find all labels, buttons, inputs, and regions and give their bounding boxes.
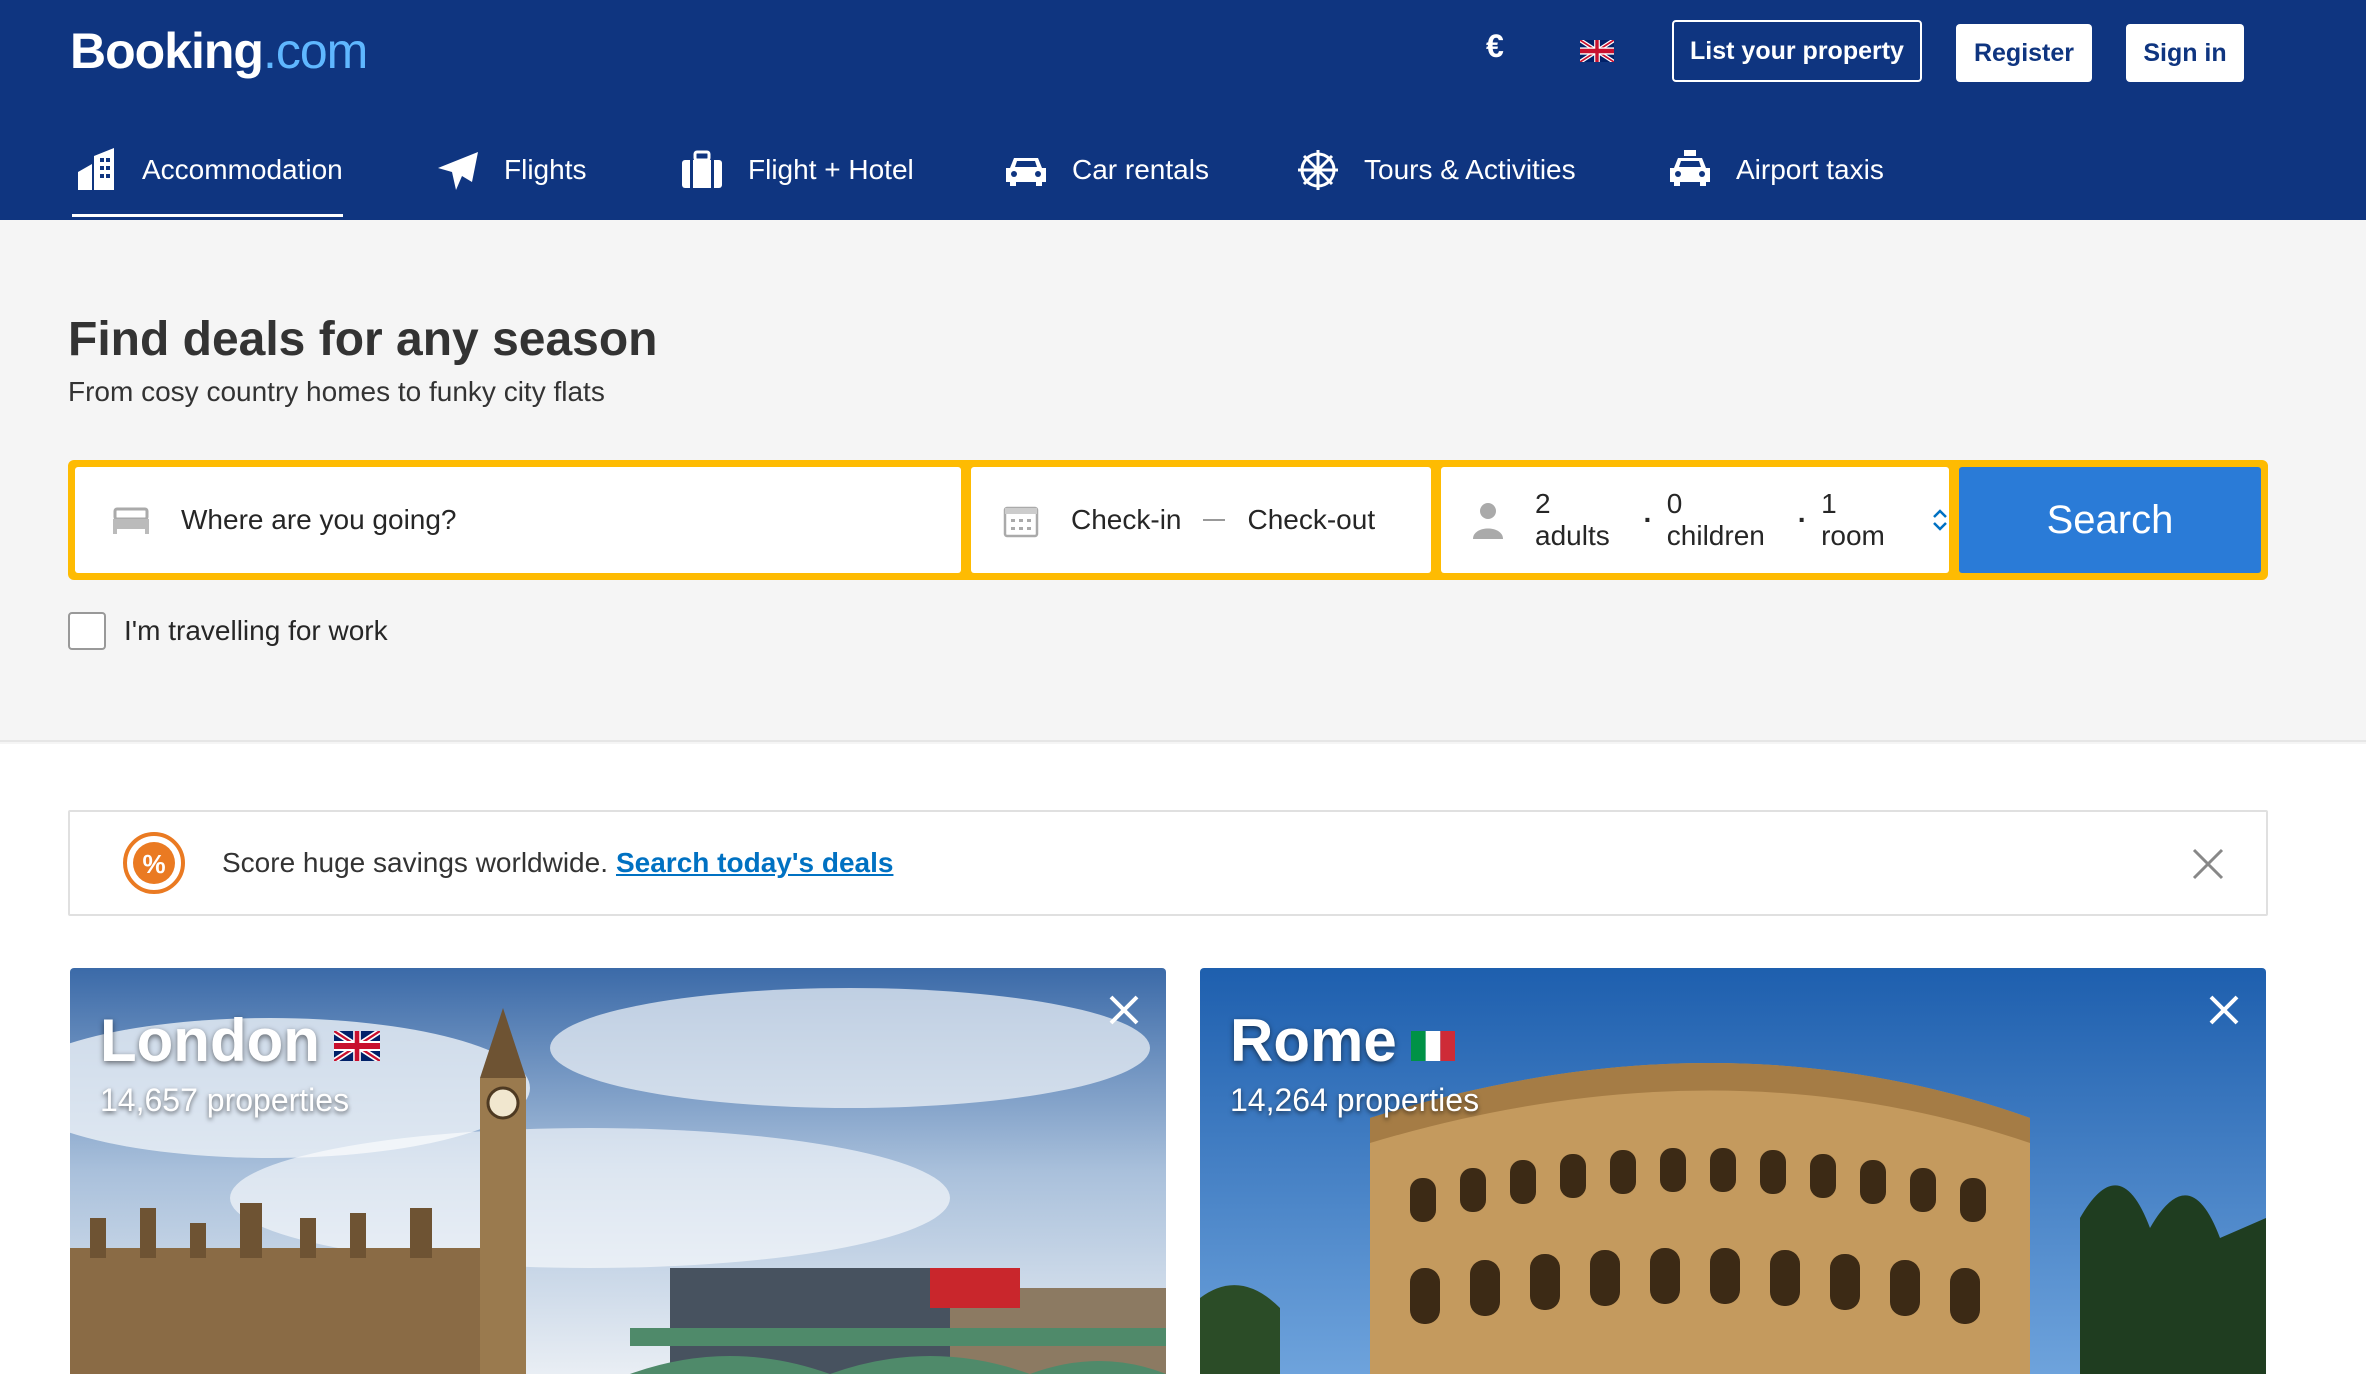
tab-flights[interactable]: Flights bbox=[434, 120, 586, 220]
plane-icon bbox=[434, 146, 482, 194]
tab-label: Flight + Hotel bbox=[748, 154, 914, 185]
product-tabs: Accommodation Flights Flight + Hotel Car… bbox=[0, 120, 2366, 220]
hero-subtitle: From cosy country homes to funky city fl… bbox=[68, 376, 605, 407]
work-travel-option[interactable]: I'm travelling for work bbox=[68, 612, 388, 650]
search-bar: Where are you going? Check-in Check-out … bbox=[68, 460, 2268, 580]
guests-separator: · bbox=[1797, 504, 1808, 535]
register-button[interactable]: Register bbox=[1956, 24, 2092, 82]
destination-card-rome[interactable]: Rome 14,264 properties bbox=[1200, 968, 2266, 1374]
guests-field[interactable]: 2 adults · 0 children · 1 room bbox=[1441, 467, 1949, 573]
tab-accommodation[interactable]: Accommodation bbox=[72, 120, 343, 220]
tab-tours-activities[interactable]: Tours & Activities bbox=[1294, 120, 1576, 220]
property-count: 14,657 properties bbox=[100, 1082, 350, 1118]
city-name: London bbox=[100, 1007, 320, 1074]
work-travel-label: I'm travelling for work bbox=[124, 615, 388, 646]
top-header: Booking.com € List your property Registe… bbox=[0, 0, 2366, 220]
hero-section: Find deals for any season From cosy coun… bbox=[0, 220, 2366, 742]
dates-field[interactable]: Check-in Check-out bbox=[971, 467, 1431, 573]
sign-in-button[interactable]: Sign in bbox=[2126, 24, 2244, 82]
taxi-icon bbox=[1666, 146, 1714, 194]
destination-placeholder: Where are you going? bbox=[181, 504, 457, 535]
car-icon bbox=[1002, 146, 1050, 194]
deals-banner: % Score huge savings worldwide. Search t… bbox=[68, 810, 2268, 916]
bed-icon bbox=[111, 505, 151, 535]
close-icon[interactable] bbox=[1106, 992, 1142, 1028]
uk-flag-icon[interactable] bbox=[1580, 40, 1614, 62]
city-name: Rome bbox=[1230, 1007, 1397, 1074]
tab-label: Airport taxis bbox=[1736, 154, 1884, 185]
close-icon[interactable] bbox=[2190, 846, 2226, 882]
person-icon bbox=[1471, 501, 1505, 539]
destination-field[interactable]: Where are you going? bbox=[75, 467, 961, 573]
deal-badge-icon: % bbox=[123, 832, 185, 894]
italy-flag-icon bbox=[1410, 1030, 1455, 1061]
tab-label: Tours & Activities bbox=[1364, 154, 1576, 185]
calendar-icon bbox=[1003, 502, 1039, 538]
destination-title: Rome bbox=[1230, 1006, 1455, 1075]
svg-text:%: % bbox=[142, 849, 165, 879]
tab-flight-hotel[interactable]: Flight + Hotel bbox=[678, 120, 914, 220]
banner-text: Score huge savings worldwide. bbox=[222, 847, 608, 878]
main-content: % Score huge savings worldwide. Search t… bbox=[0, 744, 2366, 1374]
guests-separator: · bbox=[1643, 504, 1653, 535]
children-count: 0 children bbox=[1666, 488, 1765, 551]
search-button[interactable]: Search bbox=[1959, 467, 2261, 573]
tab-label: Car rentals bbox=[1072, 154, 1209, 185]
chevron-updown-icon bbox=[1931, 506, 1949, 534]
list-property-button[interactable]: List your property bbox=[1672, 20, 1922, 82]
tab-label: Accommodation bbox=[142, 154, 343, 185]
tab-label: Flights bbox=[504, 154, 587, 185]
work-travel-checkbox[interactable] bbox=[68, 612, 106, 650]
rooms-count: 1 room bbox=[1821, 488, 1885, 551]
suitcase-icon bbox=[678, 146, 726, 194]
check-out-label[interactable]: Check-out bbox=[1247, 504, 1375, 536]
currency-selector[interactable]: € bbox=[1486, 28, 1504, 65]
ferris-wheel-icon bbox=[1294, 146, 1342, 194]
hotel-icon bbox=[72, 146, 120, 194]
tab-car-rentals[interactable]: Car rentals bbox=[1002, 120, 1209, 220]
uk-flag-icon bbox=[333, 1030, 380, 1061]
close-icon[interactable] bbox=[2206, 992, 2242, 1028]
destination-title: London bbox=[100, 1006, 380, 1075]
property-count: 14,264 properties bbox=[1230, 1082, 1480, 1118]
tab-airport-taxis[interactable]: Airport taxis bbox=[1666, 120, 1884, 220]
check-in-label[interactable]: Check-in bbox=[1071, 504, 1181, 536]
date-separator bbox=[1203, 519, 1226, 521]
hero-title: Find deals for any season bbox=[68, 313, 658, 366]
adults-count: 2 adults bbox=[1535, 488, 1610, 551]
destination-card-london[interactable]: London 14,657 properties bbox=[70, 968, 1166, 1374]
search-deals-link[interactable]: Search today's deals bbox=[616, 847, 893, 879]
booking-logo[interactable]: Booking.com bbox=[70, 22, 368, 80]
